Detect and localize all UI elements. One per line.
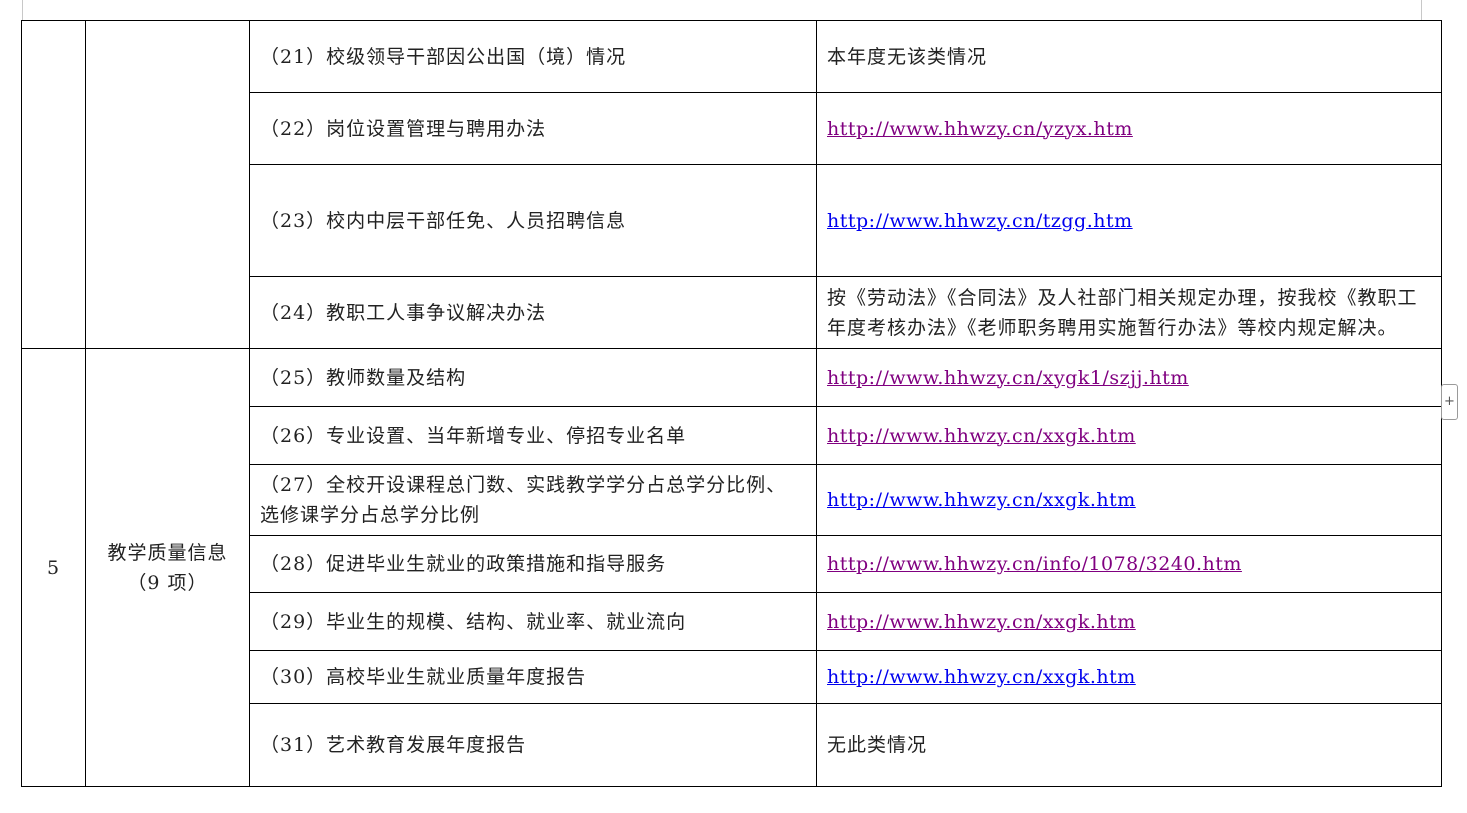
- page-margin-marker-left: [0, 0, 23, 20]
- value-cell: 无此类情况: [816, 703, 1442, 787]
- item-cell: （21）校级领导干部因公出国（境）情况: [249, 20, 817, 93]
- page-margin-marker-right: [1421, 0, 1442, 20]
- value-cell: http://www.hhwzy.cn/tzgg.htm: [816, 164, 1442, 277]
- item-cell: （23）校内中层干部任免、人员招聘信息: [249, 164, 817, 277]
- value-cell: http://www.hhwzy.cn/xxgk.htm: [816, 464, 1442, 536]
- category-count: （9 项）: [127, 571, 208, 594]
- value-cell: 按《劳动法》《合同法》及人社部门相关规定办理，按我校《教职工年度考核办法》《老师…: [816, 276, 1442, 349]
- section-number: 5: [21, 348, 86, 787]
- item-cell: （31）艺术教育发展年度报告: [249, 703, 817, 787]
- link-xxgk[interactable]: http://www.hhwzy.cn/xxgk.htm: [827, 611, 1136, 633]
- section-category: 教学质量信息 （9 项）: [85, 348, 250, 787]
- category-title: 教学质量信息: [107, 541, 228, 564]
- item-cell: （24）教职工人事争议解决办法: [249, 276, 817, 349]
- value-cell: http://www.hhwzy.cn/info/1078/3240.htm: [816, 535, 1442, 593]
- disclosure-table: （21）校级领导干部因公出国（境）情况 本年度无该类情况 （22）岗位设置管理与…: [21, 20, 1442, 787]
- item-cell: （27）全校开设课程总门数、实践教学学分占总学分比例、选修课学分占总学分比例: [249, 464, 817, 536]
- link-info-3240[interactable]: http://www.hhwzy.cn/info/1078/3240.htm: [827, 553, 1242, 575]
- value-cell: http://www.hhwzy.cn/xxgk.htm: [816, 406, 1442, 465]
- link-xxgk[interactable]: http://www.hhwzy.cn/xxgk.htm: [827, 666, 1136, 688]
- value-cell: 本年度无该类情况: [816, 20, 1442, 93]
- item-cell: （29）毕业生的规模、结构、就业率、就业流向: [249, 592, 817, 651]
- item-cell: （28）促进毕业生就业的政策措施和指导服务: [249, 535, 817, 593]
- link-xxgk[interactable]: http://www.hhwzy.cn/xxgk.htm: [827, 489, 1136, 511]
- item-cell: （26）专业设置、当年新增专业、停招专业名单: [249, 406, 817, 465]
- table-row: 5 教学质量信息 （9 项） （25）教师数量及结构 http://www.hh…: [21, 348, 1442, 787]
- link-xxgk[interactable]: http://www.hhwzy.cn/xxgk.htm: [827, 425, 1136, 447]
- item-cell: （22）岗位设置管理与聘用办法: [249, 92, 817, 165]
- value-cell: http://www.hhwzy.cn/xxgk.htm: [816, 592, 1442, 651]
- table-row: （21）校级领导干部因公出国（境）情况 本年度无该类情况: [21, 20, 1442, 349]
- value-cell: http://www.hhwzy.cn/xxgk.htm: [816, 650, 1442, 704]
- number-cell-empty: [21, 20, 86, 349]
- link-tzgg[interactable]: http://www.hhwzy.cn/tzgg.htm: [827, 210, 1133, 232]
- item-cell: （25）教师数量及结构: [249, 348, 817, 407]
- value-cell: http://www.hhwzy.cn/yzyx.htm: [816, 92, 1442, 165]
- category-cell-empty: [85, 20, 250, 349]
- add-row-button[interactable]: +: [1441, 384, 1458, 420]
- item-cell: （30）高校毕业生就业质量年度报告: [249, 650, 817, 704]
- link-szjj[interactable]: http://www.hhwzy.cn/xygk1/szjj.htm: [827, 367, 1189, 389]
- link-yzyx[interactable]: http://www.hhwzy.cn/yzyx.htm: [827, 118, 1133, 140]
- value-cell: http://www.hhwzy.cn/xygk1/szjj.htm: [816, 348, 1442, 407]
